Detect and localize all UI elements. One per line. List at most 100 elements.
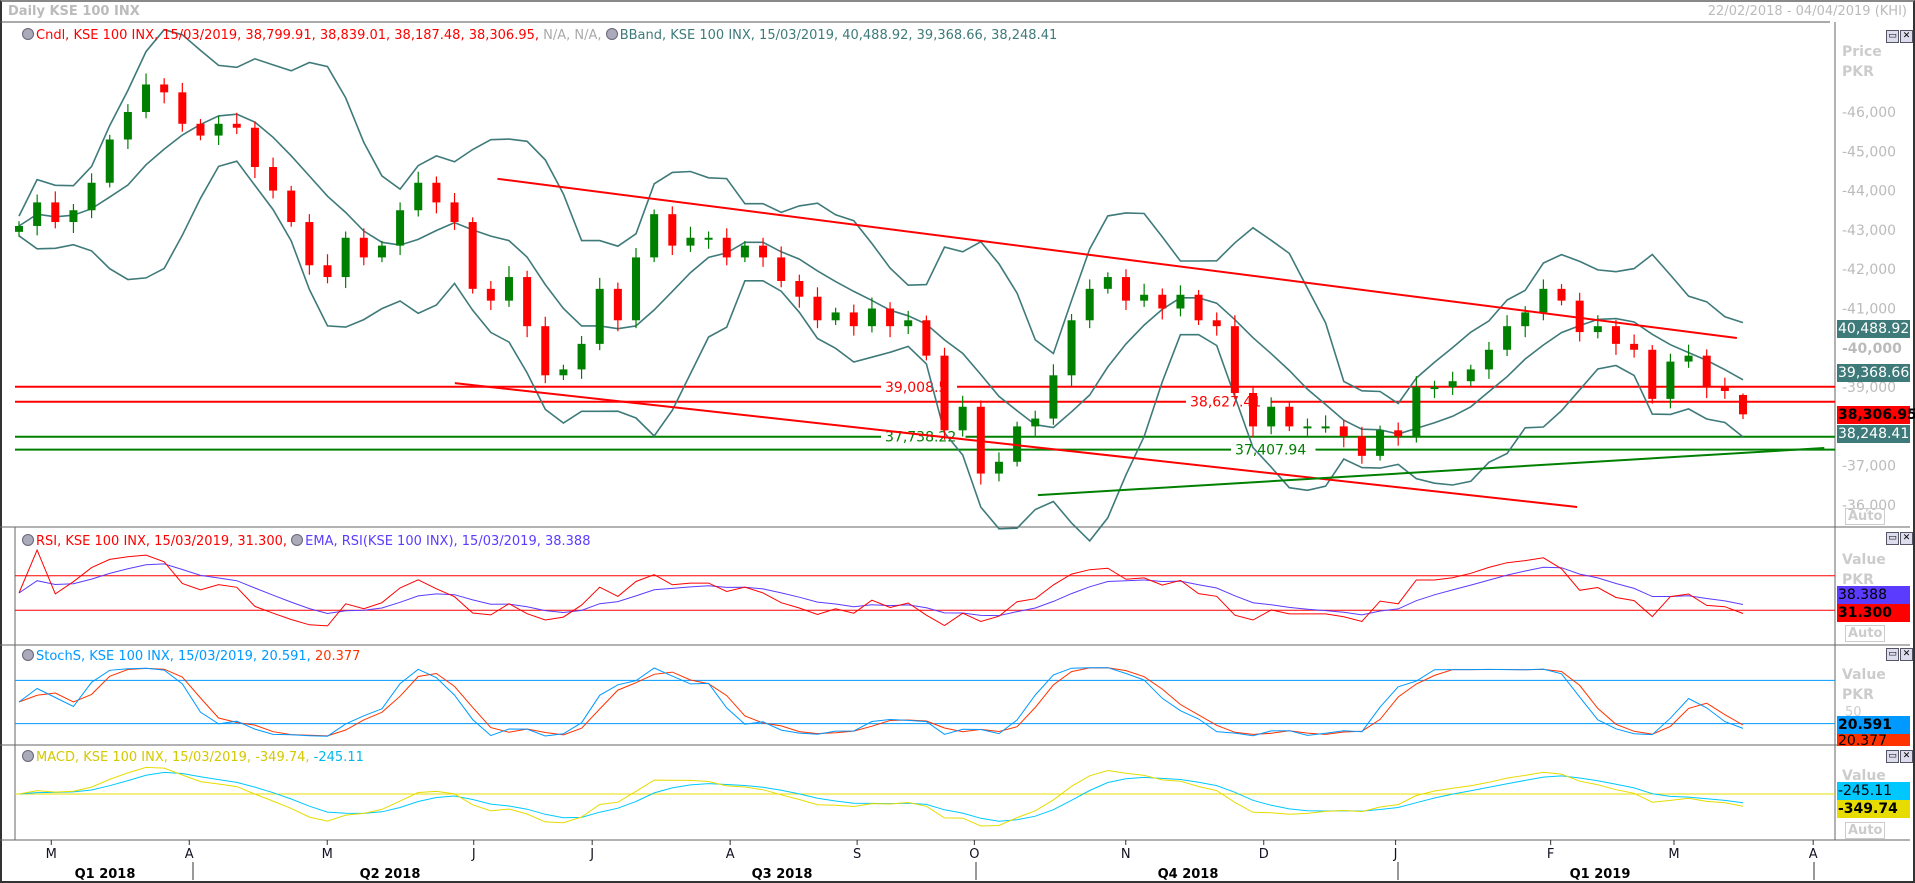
minimize-icon[interactable]: ▭ (1886, 30, 1899, 43)
candle-body (1121, 277, 1130, 301)
candle-body (1593, 326, 1602, 333)
candle-body (468, 222, 477, 289)
candle-body (1648, 349, 1657, 399)
candle-body (287, 190, 296, 223)
candle-body (414, 182, 423, 211)
macd-legend-text: MACD, KSE 100 INX, 15/03/2019, -349.74, (36, 750, 310, 765)
candle-body (15, 225, 23, 232)
price-tick-label: -45,000 (1842, 144, 1896, 160)
rsi-auto-button[interactable]: Auto (1845, 625, 1886, 642)
minimize-icon[interactable]: ▭ (1886, 532, 1899, 545)
candle-body (1285, 406, 1294, 427)
close-icon[interactable]: ✕ (1900, 648, 1913, 661)
candle-body (178, 92, 187, 124)
candle-body (831, 312, 840, 321)
stoch-panel-buttons: ▭ ✕ (1885, 648, 1913, 661)
rsi-unit: Value (1842, 552, 1886, 568)
macd-auto-button[interactable]: Auto (1845, 822, 1886, 839)
rsi-ema-line (18, 563, 1744, 617)
clock-icon[interactable] (22, 649, 34, 661)
close-icon[interactable]: ✕ (1900, 532, 1913, 545)
month-label: O (969, 847, 979, 862)
candle-body (359, 237, 368, 258)
stoch-k-line (18, 667, 1744, 737)
candle-body (559, 369, 568, 376)
price-tick-label: -37,000 (1842, 459, 1896, 475)
candle-body (632, 257, 641, 321)
candle-body (1176, 294, 1185, 309)
candle-body (250, 127, 259, 168)
candle-body (1049, 375, 1058, 419)
trendline (497, 177, 1737, 339)
level-label: 39,008.5 (885, 380, 947, 396)
candle-body (1448, 381, 1457, 388)
candle-body (1103, 277, 1112, 289)
candle-body (940, 355, 949, 431)
macd-signal-legend: -245.11 (309, 750, 364, 765)
last-price-tag: 38,306.95 (1837, 406, 1915, 424)
candle-body (1539, 288, 1548, 313)
quarter-label: Q2 2018 (360, 867, 421, 882)
month-label: M (46, 847, 57, 862)
clock-icon[interactable] (22, 534, 34, 546)
rsi-ema-legend: EMA, RSI(KSE 100 INX), 15/03/2019, 38.38… (305, 534, 591, 549)
candle-body (958, 406, 967, 431)
month-label: D (1259, 847, 1269, 862)
macd-signal-line (18, 771, 1744, 822)
clock-icon[interactable] (605, 28, 618, 40)
candle-body (323, 265, 332, 278)
macd-legend: MACD, KSE 100 INX, 15/03/2019, -349.74, … (22, 750, 364, 765)
clock-icon[interactable] (22, 28, 34, 40)
price-currency: PKR (1842, 64, 1874, 80)
stoch-k-tag: 20.591 (1837, 716, 1910, 734)
candle-body (994, 461, 1003, 474)
candle-body (686, 237, 695, 246)
candle-body (886, 308, 895, 327)
candle-body (396, 210, 405, 246)
stoch-d-tag: 20.377 (1837, 734, 1910, 746)
clock-icon[interactable] (22, 750, 34, 762)
month-label: J (471, 847, 476, 862)
candle-body (196, 123, 205, 136)
candle-body (214, 123, 223, 136)
close-icon[interactable]: ✕ (1900, 30, 1913, 43)
candle-body (867, 308, 876, 327)
candle-body (577, 343, 586, 370)
candle-body (613, 288, 622, 321)
rsi-tag: 31.300 (1837, 604, 1910, 622)
stoch-d-legend: 20.377 (310, 649, 361, 664)
price-tick-label: -43,000 (1842, 223, 1896, 239)
price-auto-button[interactable]: Auto (1845, 508, 1886, 525)
minimize-icon[interactable]: ▭ (1886, 750, 1899, 763)
quarter-label: Q1 2019 (1570, 867, 1631, 882)
candle-body (1557, 288, 1566, 301)
rsi-line (18, 548, 1744, 627)
month-label: S (853, 847, 861, 862)
quarter-label: Q1 2018 (75, 867, 136, 882)
bb-lower-tag: 38,248.41 (1837, 425, 1910, 443)
candle-body (377, 245, 386, 258)
candle-body (922, 320, 931, 356)
candle-body (1194, 294, 1203, 321)
close-icon[interactable]: ✕ (1900, 750, 1913, 763)
candle-body (849, 312, 858, 327)
candle-body (722, 237, 731, 258)
clock-icon[interactable] (291, 534, 304, 546)
candle-body (486, 288, 495, 301)
month-label: J (589, 847, 594, 862)
candle-body (1521, 312, 1530, 327)
candle-body (1249, 392, 1258, 427)
candle-body (1684, 355, 1693, 362)
bb-upper-tag: 40,488.92 (1837, 320, 1910, 338)
candle-body (1503, 326, 1512, 350)
candle-body (305, 222, 314, 266)
price-unit: Price (1842, 44, 1882, 60)
price-legend: Cndl, KSE 100 INX, 15/03/2019, 38,799.91… (22, 28, 1057, 43)
month-label: M (1668, 847, 1679, 862)
candle-body (541, 326, 550, 376)
rsi-legend: RSI, KSE 100 INX, 15/03/2019, 31.300, EM… (22, 534, 590, 549)
candle-body (51, 202, 60, 223)
candle-body (160, 84, 169, 93)
candle-body (1212, 320, 1221, 327)
minimize-icon[interactable]: ▭ (1886, 648, 1899, 661)
